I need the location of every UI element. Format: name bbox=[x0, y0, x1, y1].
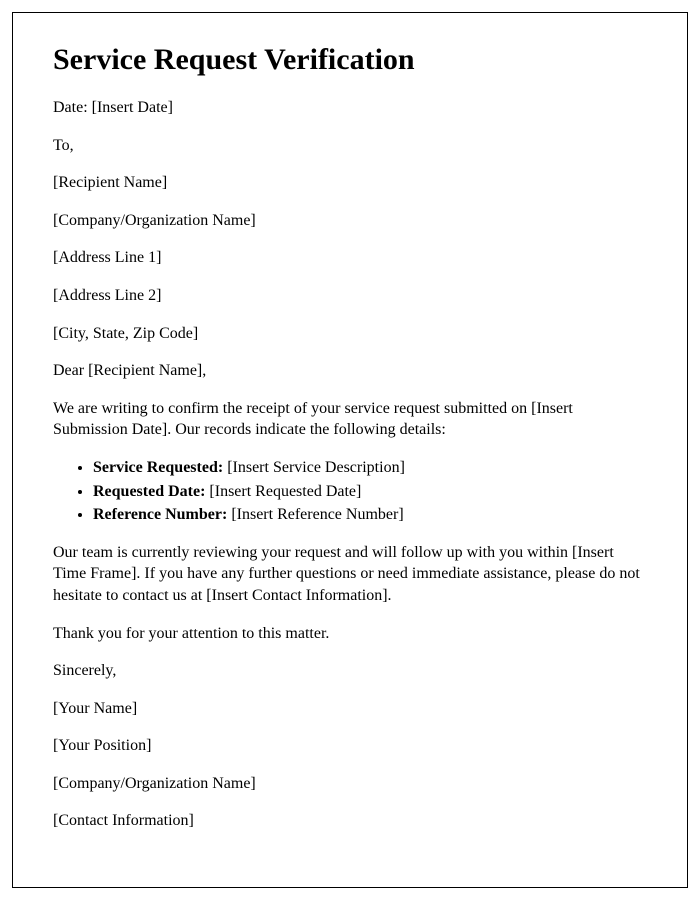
details-list: Service Requested: [Insert Service Descr… bbox=[93, 457, 647, 526]
detail-service-label: Service Requested: bbox=[93, 459, 223, 476]
sender-position: [Your Position] bbox=[53, 735, 647, 757]
salutation: Dear [Recipient Name], bbox=[53, 360, 647, 382]
document-page: Service Request Verification Date: [Inse… bbox=[12, 12, 688, 888]
to-line: To, bbox=[53, 135, 647, 157]
address-line-1: [Address Line 1] bbox=[53, 247, 647, 269]
detail-reference: Reference Number: [Insert Reference Numb… bbox=[93, 504, 647, 526]
document-title: Service Request Verification bbox=[53, 43, 647, 77]
detail-date-value: [Insert Requested Date] bbox=[205, 483, 361, 500]
detail-reference-label: Reference Number: bbox=[93, 506, 227, 523]
intro-paragraph: We are writing to confirm the receipt of… bbox=[53, 398, 647, 441]
company-name: [Company/Organization Name] bbox=[53, 210, 647, 232]
city-state-zip: [City, State, Zip Code] bbox=[53, 323, 647, 345]
sender-name: [Your Name] bbox=[53, 698, 647, 720]
recipient-name: [Recipient Name] bbox=[53, 172, 647, 194]
sender-contact: [Contact Information] bbox=[53, 810, 647, 832]
thanks-line: Thank you for your attention to this mat… bbox=[53, 623, 647, 645]
sender-company: [Company/Organization Name] bbox=[53, 773, 647, 795]
detail-reference-value: [Insert Reference Number] bbox=[227, 506, 403, 523]
date-line: Date: [Insert Date] bbox=[53, 97, 647, 119]
detail-date: Requested Date: [Insert Requested Date] bbox=[93, 481, 647, 503]
detail-service: Service Requested: [Insert Service Descr… bbox=[93, 457, 647, 479]
closing-line: Sincerely, bbox=[53, 660, 647, 682]
detail-service-value: [Insert Service Description] bbox=[223, 459, 405, 476]
followup-paragraph: Our team is currently reviewing your req… bbox=[53, 542, 647, 607]
detail-date-label: Requested Date: bbox=[93, 483, 205, 500]
address-line-2: [Address Line 2] bbox=[53, 285, 647, 307]
